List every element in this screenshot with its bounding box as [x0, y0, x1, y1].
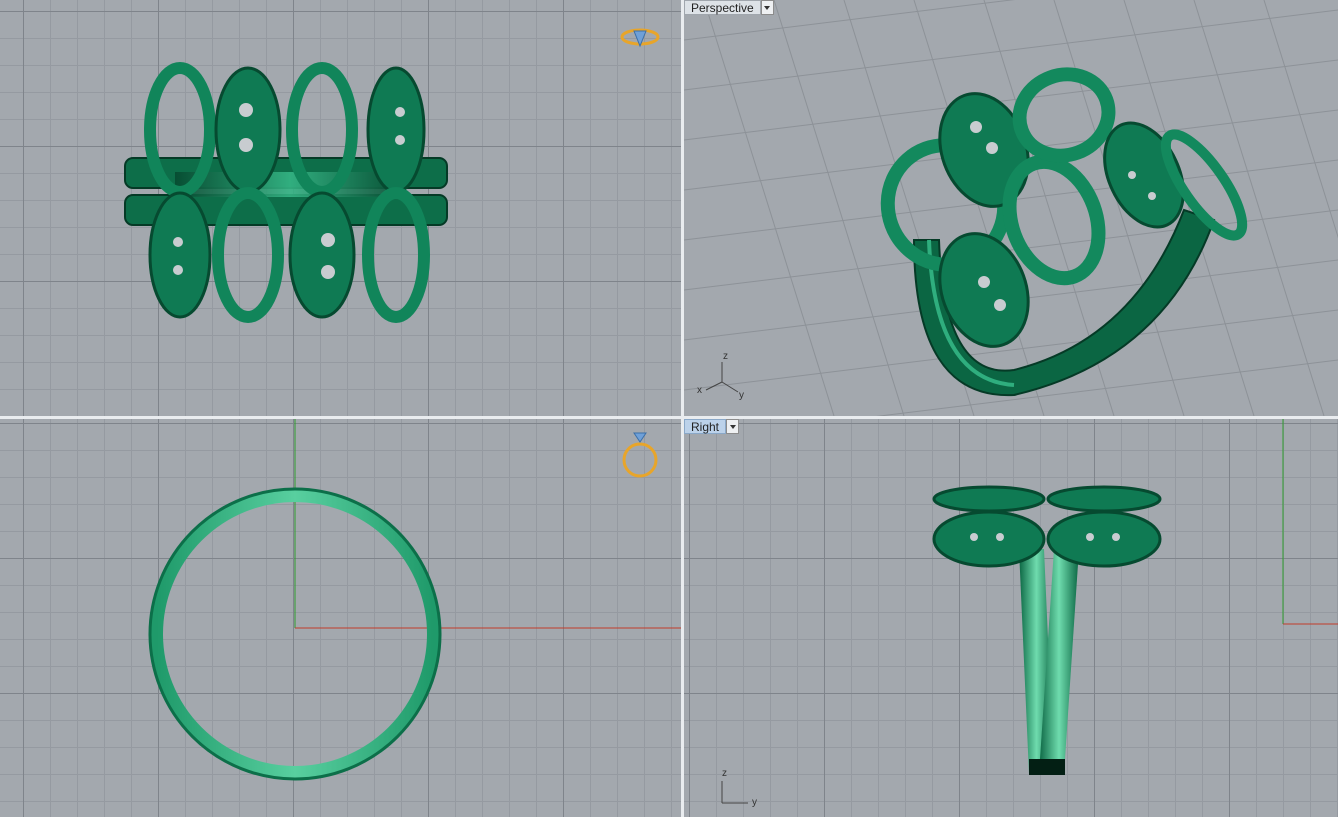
viewport-divider-horizontal[interactable] [0, 416, 1338, 419]
viewport-top[interactable] [0, 0, 681, 416]
axis-y-label: y [752, 797, 757, 808]
axis-triad-right [721, 781, 748, 804]
viewport-perspective[interactable]: Perspective z x y [684, 0, 1338, 416]
ring-top-view-model[interactable] [0, 0, 681, 416]
viewport-front[interactable] [0, 419, 681, 817]
axis-y-label: y [739, 390, 744, 401]
axis-z-label: z [722, 768, 727, 779]
viewport-right[interactable]: Right z y [684, 419, 1338, 817]
axis-triad-perspective [705, 362, 739, 393]
ring-top-view-icon[interactable] [620, 28, 660, 48]
axis-z-label: z [723, 351, 728, 362]
ring-front-view-icon[interactable] [622, 432, 658, 478]
axis-x-label: x [697, 385, 702, 396]
ring-front-view-model[interactable] [0, 419, 681, 817]
viewport-divider-vertical[interactable] [681, 0, 684, 817]
